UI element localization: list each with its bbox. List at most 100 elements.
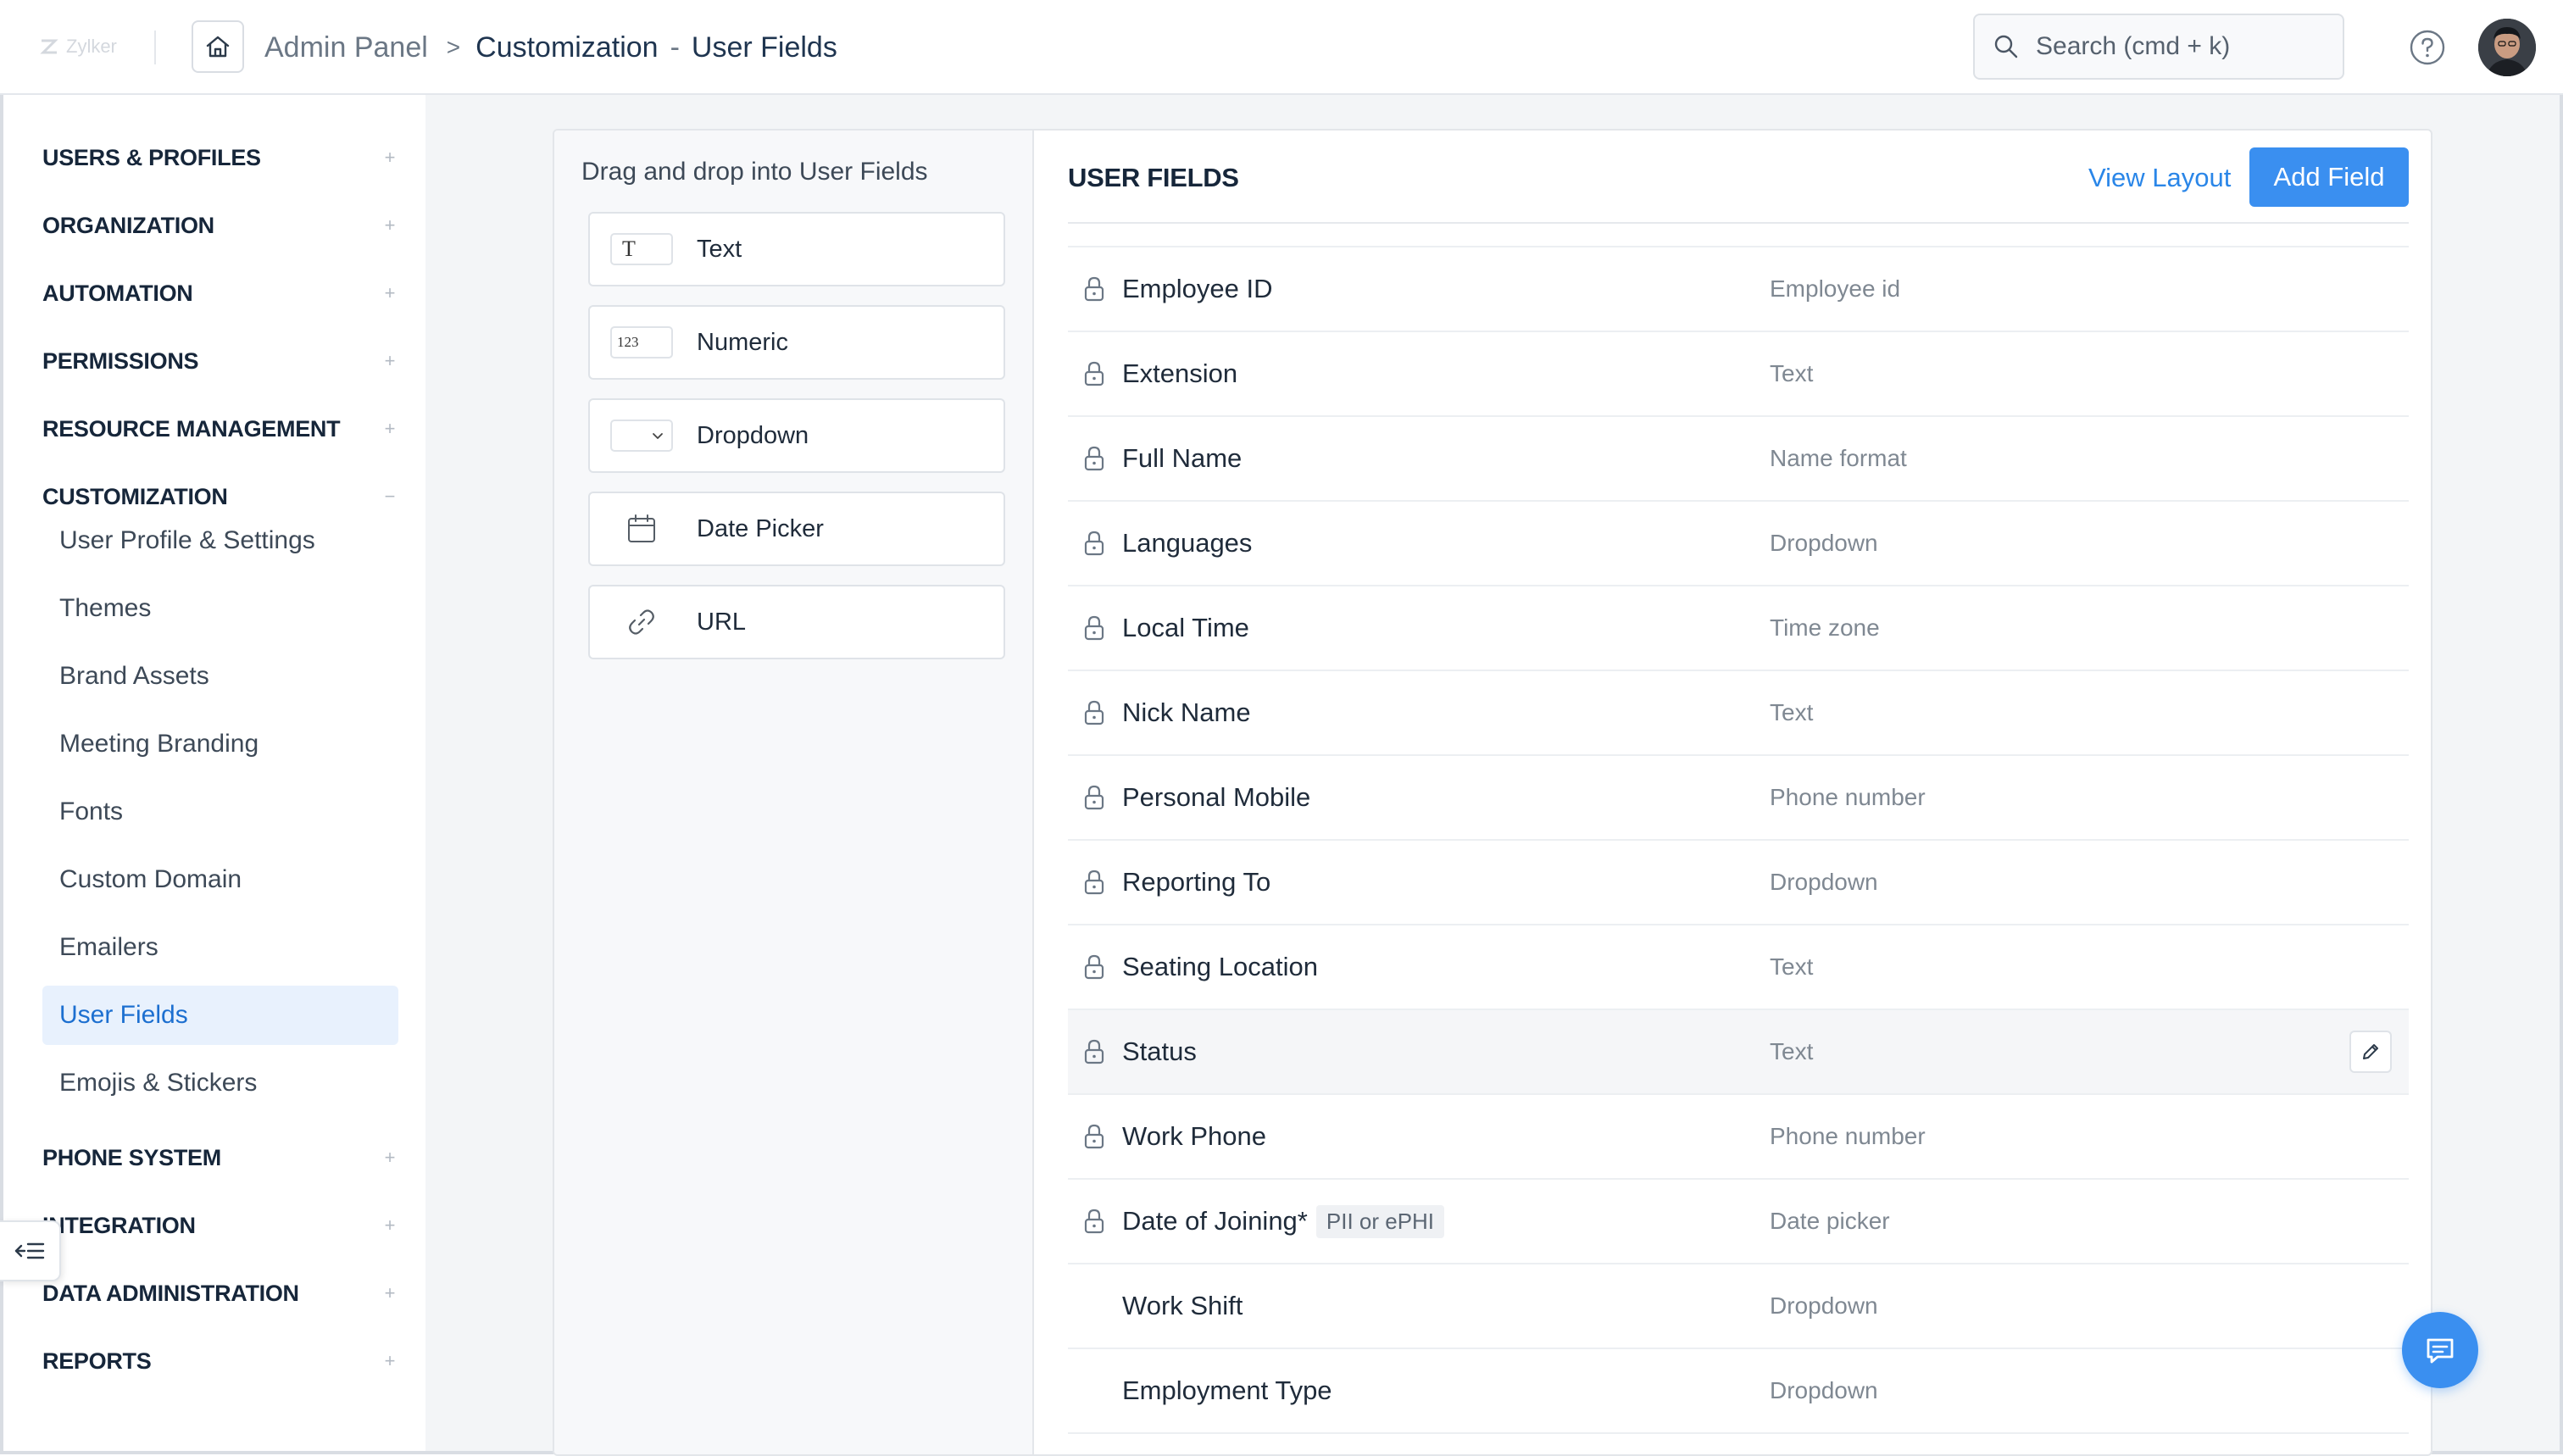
sidebar-section-phone-system[interactable]: PHONE SYSTEM + bbox=[42, 1141, 398, 1175]
expand-icon: + bbox=[384, 1350, 396, 1371]
chat-button[interactable] bbox=[2402, 1312, 2478, 1388]
section-label: DATA ADMINISTRATION bbox=[42, 1280, 299, 1306]
palette-item-date-picker[interactable]: Date Picker bbox=[588, 492, 1005, 566]
palette-item-dropdown[interactable]: Dropdown bbox=[588, 398, 1005, 473]
sidebar-item-user-fields[interactable]: User Fields bbox=[42, 986, 398, 1045]
field-type: Date picker bbox=[1770, 1208, 1890, 1234]
field-type: Phone number bbox=[1770, 784, 1926, 810]
field-row[interactable]: Status Text bbox=[1068, 1010, 2409, 1095]
field-row[interactable]: Employee ID Employee id bbox=[1068, 247, 2409, 332]
sidebar-item-custom-domain[interactable]: Custom Domain bbox=[42, 850, 398, 909]
field-row[interactable]: Personal Mobile Phone number bbox=[1068, 756, 2409, 841]
search-box[interactable] bbox=[1973, 14, 2344, 80]
field-row[interactable]: Work Shift Dropdown bbox=[1068, 1264, 2409, 1349]
field-name: Employee ID bbox=[1122, 274, 1273, 303]
edit-field-button[interactable] bbox=[2349, 1031, 2392, 1073]
sidebar-item-brand-assets[interactable]: Brand Assets bbox=[42, 647, 398, 706]
sidebar-section-organization[interactable]: ORGANIZATION + bbox=[42, 208, 398, 242]
brand-logo[interactable]: Zylker bbox=[39, 34, 117, 59]
field-row[interactable]: Date of Joining* PII or ePHI Date picker bbox=[1068, 1180, 2409, 1264]
field-type: Dropdown bbox=[1770, 1377, 1878, 1403]
sidebar-item-fonts[interactable]: Fonts bbox=[42, 782, 398, 842]
lock-icon bbox=[1083, 445, 1105, 472]
sidebar-item-meeting-branding[interactable]: Meeting Branding bbox=[42, 714, 398, 774]
numeric-type-icon: 123 bbox=[610, 326, 673, 358]
field-row[interactable]: Nick Name Text bbox=[1068, 671, 2409, 756]
expand-icon: + bbox=[384, 418, 396, 439]
help-icon[interactable] bbox=[2409, 29, 2446, 66]
palette-item-label: Dropdown bbox=[697, 421, 809, 449]
brand-name: Zylker bbox=[66, 36, 117, 57]
section-label: AUTOMATION bbox=[42, 280, 193, 306]
field-type: Dropdown bbox=[1770, 869, 1878, 895]
field-type: Text bbox=[1770, 699, 1814, 725]
sidebar-section-users-profiles[interactable]: USERS & PROFILES + bbox=[42, 141, 398, 175]
sidebar-section-automation[interactable]: AUTOMATION + bbox=[42, 276, 398, 310]
field-row[interactable]: Work Phone Phone number bbox=[1068, 1095, 2409, 1180]
field-palette: Drag and drop into User Fields T Text 12… bbox=[554, 131, 1034, 1454]
expand-icon: + bbox=[384, 350, 396, 371]
field-type: Dropdown bbox=[1770, 530, 1878, 556]
breadcrumb-customization[interactable]: Customization bbox=[475, 31, 658, 64]
field-row[interactable]: Employment Type Dropdown bbox=[1068, 1349, 2409, 1434]
field-row[interactable]: Reporting To Dropdown bbox=[1068, 841, 2409, 925]
field-name: Languages bbox=[1122, 528, 1253, 558]
field-row[interactable]: Local Time Time zone bbox=[1068, 586, 2409, 671]
collapse-sidebar-button[interactable] bbox=[0, 1220, 61, 1281]
sidebar-section-customization[interactable]: CUSTOMIZATION − bbox=[42, 480, 398, 514]
user-avatar[interactable] bbox=[2478, 19, 2536, 76]
field-type: Phone number bbox=[1770, 1123, 1926, 1149]
field-name: Personal Mobile bbox=[1122, 782, 1311, 812]
field-row[interactable]: Extension Text bbox=[1068, 332, 2409, 417]
sidebar-section-permissions[interactable]: PERMISSIONS + bbox=[42, 344, 398, 378]
field-row[interactable]: Languages Dropdown bbox=[1068, 502, 2409, 586]
palette-item-url[interactable]: URL bbox=[588, 585, 1005, 659]
expand-icon: + bbox=[384, 147, 396, 168]
collapse-sidebar-icon bbox=[14, 1242, 45, 1259]
breadcrumb-dash: - bbox=[670, 31, 680, 64]
field-row[interactable]: Full Name Name format bbox=[1068, 417, 2409, 502]
section-label: INTEGRATION bbox=[42, 1212, 196, 1238]
palette-item-label: Text bbox=[697, 235, 742, 263]
section-label: REPORTS bbox=[42, 1348, 152, 1374]
sidebar-item-themes[interactable]: Themes bbox=[42, 579, 398, 638]
lock-icon bbox=[1083, 360, 1105, 387]
top-bar: Zylker Admin Panel > Customization - Use… bbox=[0, 0, 2563, 95]
sidebar-section-resource-management[interactable]: RESOURCE MANAGEMENT + bbox=[42, 412, 398, 446]
sidebar-section-reports[interactable]: REPORTS + bbox=[42, 1344, 398, 1378]
breadcrumb-separator: > bbox=[446, 34, 461, 60]
palette-item-label: Date Picker bbox=[697, 514, 824, 542]
sidebar-section-data-administration[interactable]: DATA ADMINISTRATION + bbox=[42, 1276, 398, 1310]
user-fields-title: USER FIELDS bbox=[1068, 163, 1239, 192]
home-button[interactable] bbox=[192, 20, 244, 73]
sidebar-item-user-profile-settings[interactable]: User Profile & Settings bbox=[42, 511, 398, 570]
field-type: Text bbox=[1770, 360, 1814, 386]
section-label: USERS & PROFILES bbox=[42, 144, 261, 170]
lock-icon bbox=[1083, 275, 1105, 303]
expand-icon: + bbox=[384, 282, 396, 303]
user-fields-panel: USER FIELDS View Layout Add Field Employ… bbox=[1034, 131, 2431, 1454]
field-row[interactable]: Seating Location Text bbox=[1068, 925, 2409, 1010]
expand-icon: + bbox=[384, 1147, 396, 1168]
lock-icon bbox=[1083, 699, 1105, 726]
lock-icon bbox=[1083, 869, 1105, 896]
numeric-type-glyph: 123 bbox=[610, 326, 673, 358]
search-input[interactable] bbox=[2036, 32, 2324, 61]
view-layout-link[interactable]: View Layout bbox=[2088, 163, 2231, 193]
field-type: Name format bbox=[1770, 445, 1907, 471]
sidebar-item-emojis-stickers[interactable]: Emojis & Stickers bbox=[42, 1053, 398, 1113]
field-type: Dropdown bbox=[1770, 1292, 1878, 1319]
field-type: Employee id bbox=[1770, 275, 1901, 302]
add-field-button[interactable]: Add Field bbox=[2249, 147, 2409, 207]
pii-badge: PII or ePHI bbox=[1315, 1204, 1445, 1238]
breadcrumb-admin-panel[interactable]: Admin Panel bbox=[264, 31, 428, 64]
palette-item-numeric[interactable]: 123 Numeric bbox=[588, 305, 1005, 380]
divider bbox=[154, 31, 156, 64]
sidebar-item-emailers[interactable]: Emailers bbox=[42, 918, 398, 977]
palette-item-text[interactable]: T Text bbox=[588, 212, 1005, 286]
field-name: Date of Joining* bbox=[1122, 1206, 1308, 1236]
field-name: Work Shift bbox=[1122, 1291, 1243, 1320]
page-title: User Fields bbox=[691, 31, 837, 64]
lock-icon bbox=[1083, 1208, 1105, 1235]
sidebar-section-integration[interactable]: INTEGRATION + bbox=[42, 1209, 398, 1242]
